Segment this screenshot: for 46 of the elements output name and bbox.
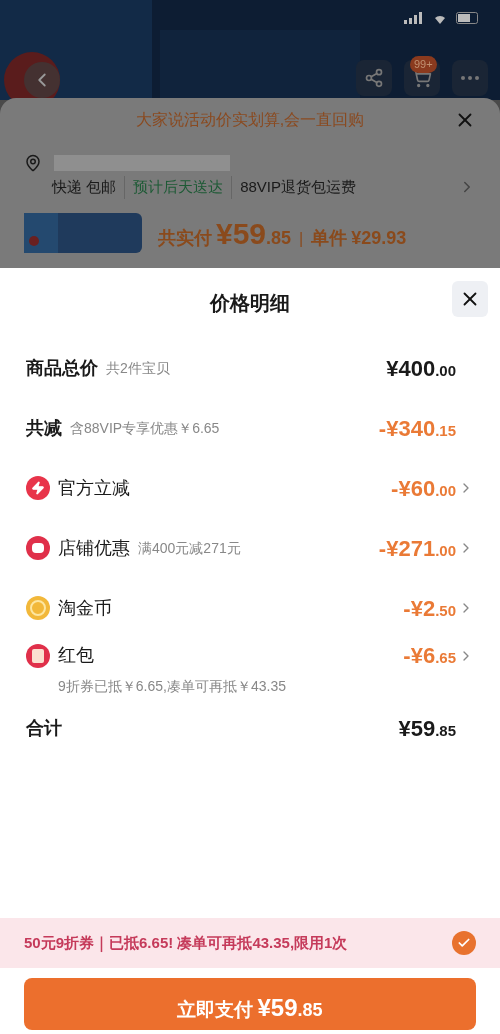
lightning-icon	[26, 476, 50, 500]
row-note: 含88VIP专享优惠￥6.65	[70, 418, 220, 438]
row-detail: 9折券已抵￥6.65,凑单可再抵￥43.35	[58, 677, 287, 696]
pay-button[interactable]: 立即支付 ¥59.85	[24, 978, 476, 1030]
battery-icon	[456, 12, 480, 24]
total-label: 共实付	[158, 226, 212, 250]
more-button[interactable]	[452, 60, 488, 96]
row-amount: -¥340.15	[378, 414, 456, 443]
row-amount: -¥60.00	[391, 474, 456, 503]
more-icon	[461, 76, 479, 80]
separator: |	[299, 228, 304, 249]
row-label: 官方立减	[58, 476, 130, 500]
row-label: 商品总价	[26, 356, 98, 380]
unit-price: ¥29.93	[351, 226, 407, 250]
delivery-info: 预计后天送达	[124, 176, 224, 199]
row-label: 红包	[58, 644, 94, 667]
share-button[interactable]	[356, 60, 392, 96]
row-label: 淘金币	[58, 596, 112, 620]
row-amount: ¥59.85	[398, 714, 456, 743]
coupon-text: 50元9折券｜已抵6.65! 凑单可再抵43.35,限用1次	[24, 932, 348, 954]
cart-badge: 99+	[410, 56, 437, 73]
row-label: 共减	[26, 416, 62, 440]
signal-icon	[404, 12, 424, 24]
row-amount: -¥271.00	[378, 534, 456, 563]
check-icon	[457, 936, 471, 950]
share-icon	[364, 68, 384, 88]
delivery-info: 快递 包邮	[52, 177, 117, 197]
close-button[interactable]	[452, 281, 488, 317]
total-price: ¥59.85	[216, 215, 292, 252]
coin-icon	[26, 596, 50, 620]
delivery-info: 88VIP退货包运费	[231, 176, 357, 199]
sheet-title: 价格明细	[210, 291, 290, 316]
row-note: 满400元减271元	[138, 538, 241, 558]
banner-text: 大家说活动价实划算,会一直回购	[135, 110, 365, 130]
row-amount: -¥6.65	[403, 642, 456, 670]
pay-amount: ¥59.85	[257, 993, 323, 1023]
row-amount: -¥2.50	[403, 594, 456, 623]
row-label: 店铺优惠	[58, 536, 130, 560]
row-amount: ¥400.00	[386, 354, 456, 383]
envelope-icon	[26, 643, 50, 668]
coupon-checkbox[interactable]	[452, 931, 476, 955]
row-note: 共2件宝贝	[106, 358, 170, 378]
location-icon	[24, 154, 42, 172]
shop-icon	[26, 536, 50, 560]
unit-label: 单件	[311, 226, 348, 250]
row-label: 合计	[26, 716, 62, 740]
